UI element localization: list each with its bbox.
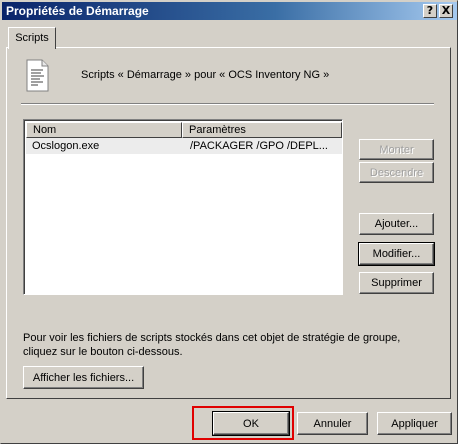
apply-button[interactable]: Appliquer: [377, 412, 452, 435]
modify-button[interactable]: Modifier...: [358, 242, 435, 266]
properties-dialog: Propriétés de Démarrage ? X Scripts Scri…: [0, 0, 458, 444]
list-item-params: /PACKAGER /GPO /DEPL...: [190, 140, 328, 152]
list-header: Nom Paramètres: [26, 122, 342, 138]
script-file-icon: [26, 59, 49, 92]
tab-scripts[interactable]: Scripts: [8, 27, 56, 49]
close-button[interactable]: X: [439, 4, 453, 18]
scripts-list[interactable]: Nom Paramètres Ocslogon.exe /PACKAGER /G…: [23, 119, 343, 295]
scripts-header-text: Scripts « Démarrage » pour « OCS Invento…: [81, 69, 330, 81]
list-item-name: Ocslogon.exe: [32, 140, 100, 152]
ok-button[interactable]: OK: [212, 411, 290, 436]
move-down-button[interactable]: Descendre: [359, 162, 434, 183]
add-button[interactable]: Ajouter...: [359, 213, 434, 235]
info-text: Pour voir les fichiers de scripts stocké…: [23, 332, 401, 358]
separator: [21, 103, 434, 105]
show-files-button[interactable]: Afficher les fichiers...: [23, 366, 144, 389]
delete-button[interactable]: Supprimer: [359, 272, 434, 294]
title-bar[interactable]: Propriétés de Démarrage ? X: [2, 2, 457, 20]
column-header-parametres[interactable]: Paramètres: [182, 122, 342, 138]
tab-label: Scripts: [15, 32, 49, 44]
list-item[interactable]: Ocslogon.exe /PACKAGER /GPO /DEPL...: [26, 138, 342, 154]
window-title: Propriétés de Démarrage: [6, 4, 149, 18]
cancel-button[interactable]: Annuler: [297, 412, 368, 435]
column-header-nom[interactable]: Nom: [26, 122, 182, 138]
move-up-button[interactable]: Monter: [359, 139, 434, 160]
help-button[interactable]: ?: [423, 4, 437, 18]
